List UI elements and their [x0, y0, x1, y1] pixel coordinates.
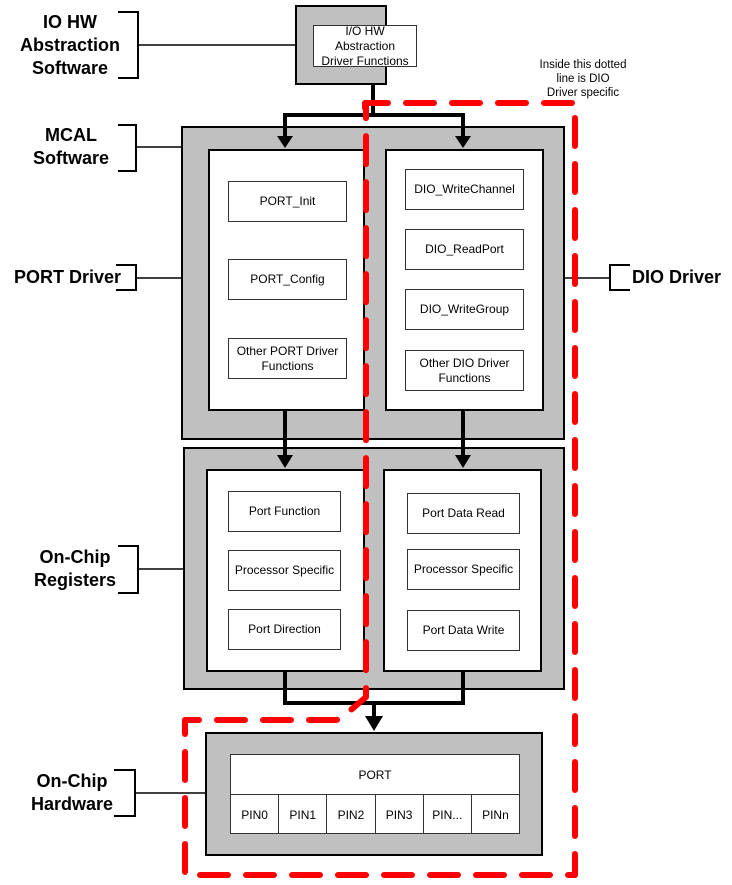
- arrowhead-port-driver: [277, 136, 293, 148]
- flow-iohw-to-port: [283, 85, 375, 138]
- arrowhead-hardware: [365, 716, 383, 731]
- flow-registers-merge: [283, 670, 465, 705]
- arrowhead-port-registers: [277, 455, 293, 468]
- arrowhead-dio-driver: [455, 136, 471, 148]
- arrowhead-dio-registers: [455, 455, 471, 468]
- dio-boundary-dashed-line: [182, 100, 578, 878]
- flow-iohw-to-dio: [373, 113, 465, 138]
- flow-layer: [182, 85, 578, 878]
